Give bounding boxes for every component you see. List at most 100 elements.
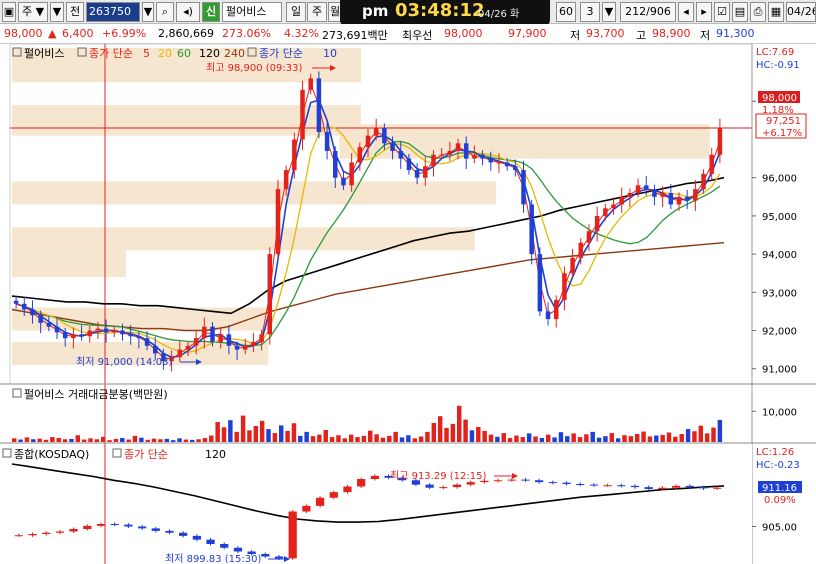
volume-bar — [120, 438, 125, 442]
best-ask: 98,000 — [444, 27, 483, 40]
stock-code-input[interactable]: 263750 — [86, 2, 140, 22]
calendar-button[interactable]: ▦ — [768, 2, 784, 22]
period-week-tab[interactable]: 주 — [307, 2, 327, 22]
candle-body — [576, 484, 585, 485]
candle-body — [603, 485, 612, 487]
volume-bar — [336, 435, 341, 442]
candle-body — [193, 338, 199, 346]
candle-body — [275, 189, 281, 255]
volume-bar — [94, 439, 100, 442]
volume-bar — [75, 435, 81, 442]
volume-bar — [247, 430, 252, 442]
count-dropdown[interactable]: ▼ — [602, 2, 616, 22]
interval-field[interactable]: 60 — [556, 2, 576, 22]
chevron-down-icon: ▼ — [143, 5, 153, 18]
volume-bar — [565, 436, 570, 442]
candle-body — [308, 78, 313, 90]
volume-bar — [406, 435, 411, 442]
kosdaq-lc-label: LC:1.26 — [756, 447, 794, 458]
count-field[interactable]: 3 — [580, 2, 600, 22]
candle-body — [617, 485, 626, 487]
candle-body — [112, 330, 117, 333]
speaker-button[interactable]: ◂) — [176, 2, 200, 22]
candle-body — [496, 162, 502, 164]
highlight-band — [12, 181, 497, 205]
volume-bar — [418, 436, 424, 442]
volume-bar — [437, 416, 443, 442]
candle-body — [570, 257, 575, 274]
candle-body — [220, 544, 229, 548]
check-button[interactable]: ☑ — [714, 2, 730, 22]
candle-body — [96, 524, 106, 526]
candle-body — [30, 309, 35, 316]
candle-body — [124, 524, 133, 527]
period-day-tab[interactable]: 일 — [286, 2, 306, 22]
volume-bar — [139, 437, 144, 442]
candle-body — [283, 170, 289, 190]
page-counter: 212/906 — [620, 2, 676, 22]
top-toolbar: ▣ 주 ▼ ▼ 전 263750 ▼ ⌕ ◂) 신 펄어비스 일 주 월 60 … — [0, 0, 816, 26]
prev-page-button[interactable]: ◂ — [678, 2, 694, 22]
next-page-button[interactable]: ▸ — [696, 2, 712, 22]
volume-bar — [368, 430, 373, 442]
candle-body — [439, 487, 448, 489]
candle-body — [685, 485, 694, 488]
volume-bar — [431, 422, 437, 442]
kosdaq-annotation-high: 최고 913.29 (12:15) — [390, 470, 486, 482]
volume-bar — [577, 437, 583, 442]
candle-body — [218, 334, 223, 342]
candle-body — [292, 139, 297, 171]
save-button[interactable]: ▤ — [732, 2, 748, 22]
code-dropdown[interactable]: ▼ — [142, 2, 154, 22]
stock-chart[interactable]: 펄어비스 종가 단순 5 20 60 120 240 종가 단순 10 최고 9… — [0, 44, 816, 564]
legend-ma-60: 60 — [177, 47, 191, 60]
volume-bar — [685, 429, 691, 442]
date-field[interactable]: 04/26 — [786, 2, 816, 22]
kosdaq-panel[interactable]: 종합(KOSDAQ) 종가 단순 120 최고 913.29 (12:15) 최… — [0, 442, 816, 564]
candle-body — [261, 554, 270, 557]
price-change: 6,400 — [62, 27, 94, 40]
dropdown-toggle[interactable]: ▼ — [50, 2, 64, 22]
volume-bar — [361, 435, 367, 442]
candle-body — [611, 204, 616, 209]
candle-body — [529, 204, 534, 255]
checkbox-icon: ☑ — [717, 5, 727, 18]
volume-bar — [457, 405, 462, 442]
kosdaq-ma-title: 종가 단순 — [124, 448, 168, 461]
clock-time: 03:48:12 — [395, 0, 485, 21]
candle-body — [488, 158, 494, 163]
volume-bar — [520, 437, 526, 442]
hc-label: HC:-0.91 — [756, 60, 800, 71]
volume-bar — [399, 437, 405, 442]
candle-body — [562, 482, 571, 484]
all-button[interactable]: 전 — [66, 2, 84, 22]
window-icon[interactable]: ▣ — [2, 2, 16, 22]
print-button[interactable]: ⎙ — [750, 2, 766, 22]
search-button[interactable]: ⌕ — [156, 2, 174, 22]
candle-body — [14, 535, 23, 537]
legend-ma-10: 10 — [323, 47, 337, 60]
candle-body — [709, 154, 714, 174]
candle-body — [431, 154, 436, 167]
prev-low-label: 저 — [700, 29, 711, 42]
annotation-high: 최고 98,900 (09:33) — [206, 62, 302, 74]
prev-low-value: 91,300 — [716, 27, 755, 40]
candle-body — [535, 480, 544, 483]
volume-bar — [348, 434, 354, 442]
candle-body — [644, 487, 653, 489]
volume-bar — [622, 435, 627, 442]
candle-body — [684, 196, 690, 201]
market-select[interactable]: 주 ▼ — [18, 2, 48, 22]
volume-bar — [107, 440, 112, 442]
volume-bar — [342, 438, 348, 442]
candle-body — [234, 345, 240, 350]
candle-body — [668, 192, 674, 205]
candle-body — [83, 525, 92, 529]
highlight-band — [12, 227, 475, 251]
lc-label: LC:7.69 — [756, 47, 794, 58]
candle-body — [537, 254, 543, 312]
volume-bar — [329, 437, 335, 442]
quote-bar: 98,000 ▲ 6,400 +6.99% 2,860,669 273.06% … — [0, 24, 816, 44]
candle-body — [370, 475, 379, 479]
clock-overlay: pm 03:48:12 04/26 화 — [340, 0, 550, 26]
